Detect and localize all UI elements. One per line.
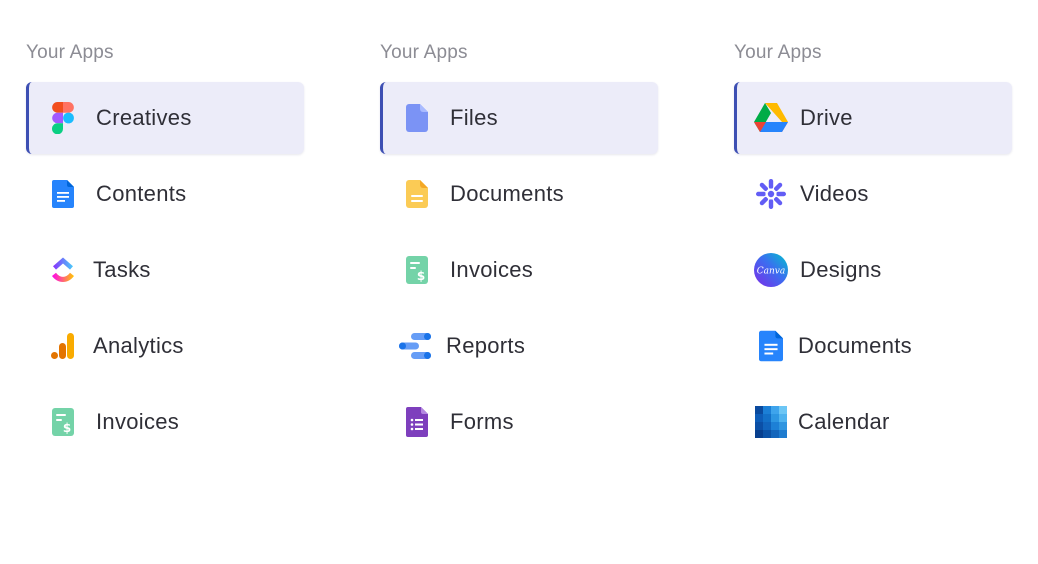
invoice-icon: $ bbox=[46, 405, 80, 439]
app-item-label: Videos bbox=[800, 181, 869, 206]
google-docs-icon bbox=[46, 177, 80, 211]
app-item-invoices[interactable]: $ Invoices bbox=[26, 386, 304, 458]
app-item-calendar[interactable]: Calendar bbox=[734, 386, 1012, 458]
svg-text:$: $ bbox=[417, 269, 425, 283]
app-item-label: Documents bbox=[798, 333, 912, 358]
app-item-videos[interactable]: Videos bbox=[734, 158, 1012, 230]
loom-icon bbox=[754, 177, 788, 211]
invoice-icon: $ bbox=[400, 253, 434, 287]
app-item-label: Invoices bbox=[96, 409, 180, 434]
app-item-drive[interactable]: Drive bbox=[734, 82, 1012, 154]
section-title: Your Apps bbox=[380, 42, 468, 63]
app-item-label: Analytics bbox=[93, 333, 184, 358]
data-studio-icon bbox=[398, 329, 432, 363]
app-item-label: Invoices bbox=[450, 257, 534, 282]
app-item-forms[interactable]: Forms bbox=[380, 386, 658, 458]
app-item-contents[interactable]: Contents bbox=[26, 158, 304, 230]
app-item-label: Calendar bbox=[798, 409, 890, 434]
google-drive-icon bbox=[754, 101, 788, 135]
app-item-label: Drive bbox=[800, 105, 853, 130]
section-title: Your Apps bbox=[26, 42, 114, 63]
app-item-designs[interactable]: Canva Designs bbox=[734, 234, 1012, 306]
file-icon bbox=[400, 101, 434, 135]
canva-icon-text: Canva bbox=[757, 267, 786, 277]
app-item-invoices[interactable]: $ Invoices bbox=[380, 234, 658, 306]
google-keep-doc-icon bbox=[400, 177, 434, 211]
app-item-label: Reports bbox=[446, 333, 526, 358]
google-forms-icon bbox=[400, 405, 434, 439]
app-item-documents[interactable]: Documents bbox=[380, 158, 658, 230]
app-item-analytics[interactable]: Analytics bbox=[26, 310, 304, 382]
google-docs-icon bbox=[754, 329, 788, 363]
app-item-files[interactable]: Files bbox=[380, 82, 658, 154]
app-item-label: Tasks bbox=[93, 257, 151, 282]
app-item-tasks[interactable]: Tasks bbox=[26, 234, 304, 306]
app-item-label: Creatives bbox=[96, 105, 192, 130]
app-item-label: Documents bbox=[450, 181, 564, 206]
app-item-reports[interactable]: Reports bbox=[380, 310, 658, 382]
app-item-label: Forms bbox=[450, 409, 514, 434]
app-item-creatives[interactable]: Creatives bbox=[26, 82, 304, 154]
calendar-grid-icon bbox=[754, 405, 788, 439]
app-item-documents[interactable]: Documents bbox=[734, 310, 1012, 382]
section-title: Your Apps bbox=[734, 42, 822, 63]
google-analytics-icon bbox=[46, 329, 80, 363]
clickup-icon bbox=[46, 253, 80, 287]
figma-icon bbox=[46, 101, 80, 135]
app-item-label: Contents bbox=[96, 181, 187, 206]
app-item-label: Designs bbox=[800, 257, 882, 282]
svg-text:$: $ bbox=[63, 421, 71, 435]
canva-icon: Canva bbox=[754, 253, 788, 287]
app-item-label: Files bbox=[450, 105, 498, 130]
